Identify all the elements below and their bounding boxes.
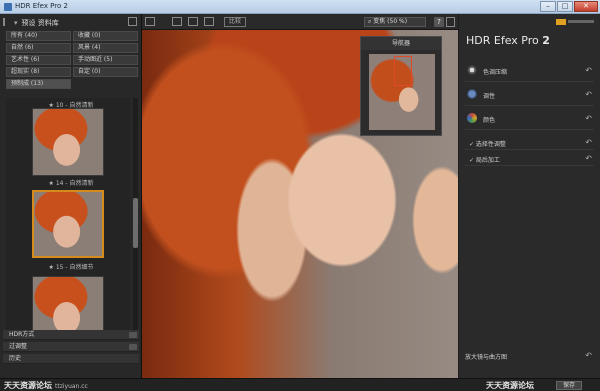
navigator-panel: 导航器	[360, 36, 442, 136]
reset-icon[interactable]: ↶	[585, 114, 592, 123]
toggle-icon	[129, 332, 137, 338]
help-button[interactable]: ?	[434, 17, 444, 27]
category-artistic[interactable]: 艺术性 (6)	[6, 55, 71, 65]
window-title: HDR Efex Pro 2	[15, 2, 68, 10]
reset-icon[interactable]: ↶	[585, 66, 592, 75]
adjustments-panel: HDR Efex Pro 2 色调压缩 ↶ 调性 ↶ 颜色 ↶ ✓ 选择性调整 …	[459, 14, 600, 378]
scroll-thumb[interactable]	[133, 198, 138, 248]
category-natural[interactable]: 自然 (6)	[6, 43, 71, 53]
section-selective-adjust[interactable]: ✓ 选择性调整 ↶	[465, 136, 594, 150]
zoom-dropdown[interactable]: ⌕ 变焦 (50 %)	[364, 17, 426, 27]
reset-icon[interactable]: ↶	[585, 154, 592, 163]
thumbnail-caption: ★ 14 - 自然清新	[48, 180, 94, 187]
menu-icon[interactable]	[145, 17, 155, 26]
app-icon	[4, 3, 12, 11]
thumbnail-scrollbar[interactable]	[133, 98, 138, 338]
color-icon	[467, 113, 477, 123]
accordion-hdr-method[interactable]: HDR方式	[3, 330, 139, 340]
collapse-icon[interactable]	[3, 18, 9, 26]
save-button[interactable]: 保存	[556, 381, 582, 390]
chevron-down-icon: ▾	[14, 19, 18, 27]
side-by-side-icon[interactable]	[204, 17, 214, 26]
nik-logo	[556, 19, 596, 25]
reset-icon[interactable]: ↶	[585, 90, 592, 99]
section-finishing[interactable]: ✓ 局后加工 ↶	[465, 152, 594, 166]
compare-button[interactable]: 比较	[224, 17, 246, 27]
category-prebuilt[interactable]: 预制成 (13)	[6, 79, 71, 89]
section-tone-compression[interactable]: 色调压缩 ↶	[465, 60, 594, 82]
loupe-histogram-toggle[interactable]: 放大镜与曲方图 ↶	[465, 351, 594, 364]
preset-thumbnails: ★ 10 - 自然清新 ★ 14 - 自然清新 ★ 15 - 自然细节	[6, 98, 130, 338]
accordion-adjustments[interactable]: 过调整	[3, 342, 139, 352]
navigator-title: 导航器	[361, 37, 441, 50]
accordion-history[interactable]: 历史	[3, 354, 139, 364]
status-bar: 天天资源论坛 ttziyuan.cc 天天资源论坛 保存	[0, 378, 600, 391]
window-controls: – □ ✕	[540, 1, 598, 12]
section-tonality[interactable]: 调性 ↶	[465, 84, 594, 106]
presets-panel: ▾ 预设 资料库 所有 (40) 收藏 (0) 自然 (6) 风景 (4) 艺术性…	[0, 14, 142, 378]
category-custom[interactable]: 自定 (0)	[73, 67, 138, 77]
watermark-right: 天天资源论坛	[486, 381, 534, 390]
category-landscape[interactable]: 风景 (4)	[73, 43, 138, 53]
title-bar: HDR Efex Pro 2 – □ ✕	[0, 0, 600, 14]
trash-icon[interactable]	[446, 17, 455, 27]
section-color[interactable]: 颜色 ↶	[465, 108, 594, 130]
reset-icon[interactable]: ↶	[585, 138, 592, 147]
watermark-left: 天天资源论坛 ttziyuan.cc	[4, 381, 88, 390]
close-button[interactable]: ✕	[574, 1, 598, 12]
category-manual[interactable]: 手动图近 (5)	[73, 55, 138, 65]
preset-thumbnail[interactable]	[32, 276, 104, 338]
preset-thumbnail-selected[interactable]	[32, 190, 104, 258]
maximize-button[interactable]: □	[557, 1, 573, 12]
reset-icon[interactable]: ↶	[585, 351, 592, 360]
thumbnail-caption: ★ 15 - 自然细节	[48, 264, 94, 271]
toggle-icon	[129, 344, 137, 350]
split-view-icon[interactable]	[188, 17, 198, 26]
category-all[interactable]: 所有 (40)	[6, 31, 71, 41]
product-title: HDR Efex Pro 2	[466, 34, 550, 47]
navigator-viewport-box[interactable]	[394, 56, 412, 86]
presets-header[interactable]: ▾ 预设 资料库	[14, 18, 59, 28]
category-surreal[interactable]: 超现实 (8)	[6, 67, 71, 77]
panel-toggle-icon[interactable]	[128, 17, 137, 26]
minimize-button[interactable]: –	[540, 1, 556, 12]
single-view-icon[interactable]	[172, 17, 182, 26]
category-favorites[interactable]: 收藏 (0)	[73, 31, 138, 41]
tone-icon	[467, 89, 477, 99]
preset-thumbnail[interactable]	[32, 108, 104, 176]
sun-icon	[467, 65, 477, 75]
toolbar: 比较 ⌕ 变焦 (50 %) ?	[142, 14, 458, 30]
category-grid: 所有 (40) 收藏 (0) 自然 (6) 风景 (4) 艺术性 (6) 手动图…	[6, 31, 138, 91]
